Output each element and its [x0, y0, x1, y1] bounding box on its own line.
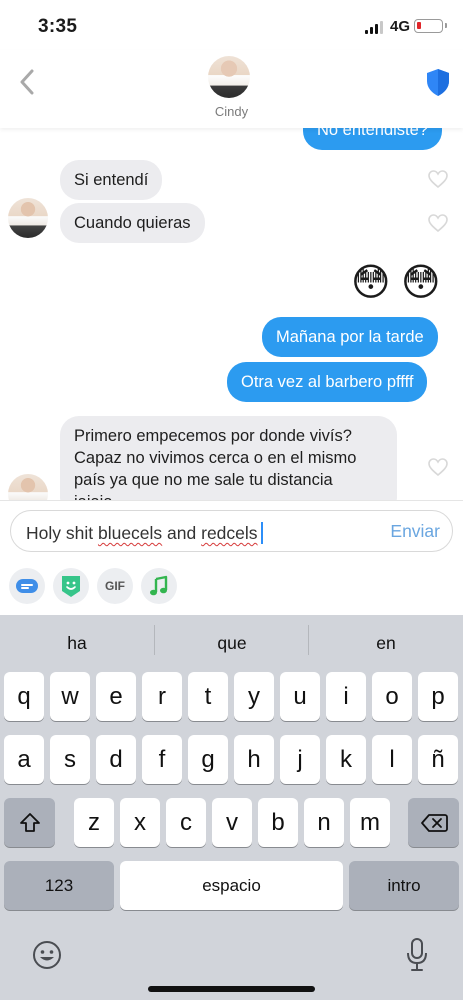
message-outgoing-partial[interactable]: No entendiste?: [303, 128, 442, 150]
sticker-button[interactable]: [9, 568, 45, 604]
message-list[interactable]: No entendiste? Si entendí Cuando quieras…: [0, 128, 463, 500]
key[interactable]: c: [166, 798, 206, 847]
key[interactable]: w: [50, 672, 90, 721]
battery-icon: [414, 19, 447, 33]
message-line: Primero empecemos por donde vivís?: [74, 427, 352, 445]
music-note-icon: [150, 575, 168, 596]
key[interactable]: t: [188, 672, 228, 721]
contact-name[interactable]: Cindy: [0, 104, 463, 119]
key[interactable]: b: [258, 798, 298, 847]
message-input[interactable]: Holy shit bluecels and redcels Enviar: [10, 510, 453, 552]
key[interactable]: u: [280, 672, 320, 721]
key[interactable]: d: [96, 735, 136, 784]
chat-header: Cindy: [0, 50, 463, 128]
key[interactable]: n: [304, 798, 344, 847]
key[interactable]: z: [74, 798, 114, 847]
return-key[interactable]: intro: [349, 861, 459, 910]
key[interactable]: e: [96, 672, 136, 721]
text-caret: [260, 522, 263, 544]
backspace-key[interactable]: [408, 798, 459, 847]
suggestion-item[interactable]: ha: [0, 633, 154, 654]
key[interactable]: i: [326, 672, 366, 721]
message-outgoing[interactable]: Mañana por la tarde: [262, 317, 438, 357]
flushed-emoji[interactable]: 😳: [401, 261, 441, 305]
message-incoming[interactable]: Cuando quieras: [60, 203, 205, 243]
heart-icon[interactable]: [427, 169, 449, 189]
network-type: 4G: [390, 18, 411, 35]
key[interactable]: x: [120, 798, 160, 847]
key[interactable]: a: [4, 735, 44, 784]
space-key[interactable]: espacio: [120, 861, 343, 910]
gif-button[interactable]: GIF: [97, 568, 133, 604]
misspelled-word[interactable]: bluecels: [98, 523, 162, 543]
key[interactable]: s: [50, 735, 90, 784]
signal-icon: [365, 21, 385, 34]
key[interactable]: y: [234, 672, 274, 721]
message-line: Capaz no vivimos cerca o en el mismo: [74, 449, 357, 467]
message-outgoing[interactable]: Otra vez al barbero pffff: [227, 362, 428, 402]
contact-avatar-small[interactable]: [8, 474, 48, 500]
key[interactable]: j: [280, 735, 320, 784]
heart-icon[interactable]: [427, 457, 449, 477]
key[interactable]: f: [142, 735, 182, 784]
heart-icon[interactable]: [427, 213, 449, 233]
input-text-segment: Holy shit: [26, 523, 98, 543]
message-input-text[interactable]: Holy shit bluecels and redcels: [26, 522, 263, 544]
suggestion-item[interactable]: que: [155, 633, 309, 654]
bitmoji-button[interactable]: [53, 568, 89, 604]
key[interactable]: l: [372, 735, 412, 784]
input-text-segment: and: [162, 523, 202, 543]
key[interactable]: h: [234, 735, 274, 784]
status-bar: 3:35 4G: [0, 0, 463, 50]
shield-icon: [427, 69, 449, 96]
music-button[interactable]: [141, 568, 177, 604]
key[interactable]: ñ: [418, 735, 458, 784]
back-button[interactable]: [12, 64, 42, 100]
microphone-icon[interactable]: [405, 937, 429, 973]
suggestion-item[interactable]: en: [309, 633, 463, 654]
smiley-tag-icon: [62, 576, 80, 597]
chat-card-icon: [16, 579, 38, 593]
contact-avatar[interactable]: [208, 56, 250, 98]
message-incoming[interactable]: Si entendí: [60, 160, 163, 200]
home-indicator[interactable]: [148, 986, 315, 992]
send-button[interactable]: Enviar: [390, 521, 440, 542]
key[interactable]: v: [212, 798, 252, 847]
emoji-keyboard-icon[interactable]: [31, 939, 63, 971]
gif-label: GIF: [105, 579, 125, 593]
numbers-key[interactable]: 123: [4, 861, 114, 910]
key[interactable]: k: [326, 735, 366, 784]
message-incoming-long[interactable]: Primero empecemos por donde vivís? Capaz…: [60, 416, 397, 500]
flushed-emoji[interactable]: 😳: [351, 261, 391, 305]
shift-key[interactable]: [4, 798, 55, 847]
shift-arrow-icon: [19, 812, 40, 832]
key[interactable]: o: [372, 672, 412, 721]
status-time: 3:35: [38, 16, 78, 37]
chevron-left-icon: [20, 69, 34, 95]
safety-shield-button[interactable]: [424, 66, 452, 98]
message-line: jajaja: [74, 491, 383, 500]
backspace-icon: [420, 813, 448, 832]
misspelled-word[interactable]: redcels: [201, 523, 257, 543]
key[interactable]: r: [142, 672, 182, 721]
key[interactable]: p: [418, 672, 458, 721]
key[interactable]: g: [188, 735, 228, 784]
key[interactable]: m: [350, 798, 390, 847]
key[interactable]: q: [4, 672, 44, 721]
contact-avatar-small[interactable]: [8, 198, 48, 238]
keyboard: ha que en q w e r t y u i o p a s d f g …: [0, 615, 463, 1000]
message-line: país ya que no me sale tu distancia: [74, 471, 333, 489]
suggestion-bar: ha que en: [0, 615, 463, 671]
